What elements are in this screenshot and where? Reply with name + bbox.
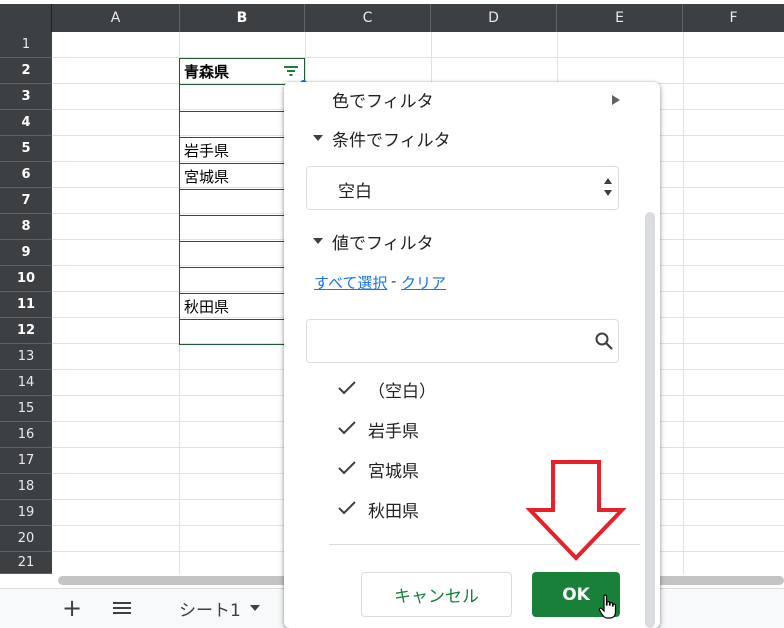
select-all-corner[interactable]	[0, 4, 52, 32]
row-header-10[interactable]: 10	[0, 266, 52, 292]
row-header-1[interactable]: 1	[0, 32, 52, 58]
row-header-15[interactable]: 15	[0, 396, 52, 422]
row-header-19[interactable]: 19	[0, 500, 52, 526]
check-icon[interactable]	[337, 460, 357, 476]
gridline	[683, 32, 684, 574]
value-item-akita[interactable]: 秋田県	[368, 497, 419, 522]
red-arrow-down-annotation	[526, 460, 626, 561]
cancel-button[interactable]: キャンセル	[361, 572, 512, 617]
row-header-2[interactable]: 2	[0, 58, 52, 84]
select-arrows-icon	[604, 178, 612, 196]
sheet-tab-label: シート1	[179, 600, 241, 621]
triangle-down-icon	[313, 135, 323, 141]
value-search-input[interactable]	[306, 319, 619, 363]
menu-icon[interactable]	[110, 596, 134, 620]
row-header-17[interactable]: 17	[0, 448, 52, 474]
row-header-8[interactable]: 8	[0, 214, 52, 240]
row-header-12[interactable]: 12	[0, 318, 52, 344]
gridline	[52, 57, 784, 58]
row-header-21[interactable]: 21	[0, 552, 52, 574]
plus-icon[interactable]: +	[60, 594, 84, 622]
row-header-20[interactable]: 20	[0, 526, 52, 552]
row-header-3[interactable]: 3	[0, 84, 52, 110]
caret-down-icon	[249, 605, 260, 611]
row-header-13[interactable]: 13	[0, 344, 52, 370]
filter-by-condition[interactable]: 条件でフィルタ	[332, 126, 451, 151]
search-icon[interactable]	[594, 331, 614, 351]
row-header-16[interactable]: 16	[0, 422, 52, 448]
column-header-e[interactable]: E	[557, 4, 683, 32]
filter-by-values[interactable]: 値でフィルタ	[332, 229, 434, 254]
sheet-tab[interactable]: シート1	[165, 596, 261, 621]
column-header-d[interactable]: D	[431, 4, 557, 32]
column-header-c[interactable]: C	[305, 4, 431, 32]
row-header-4[interactable]: 4	[0, 110, 52, 136]
row-header-14[interactable]: 14	[0, 370, 52, 396]
column-header-a[interactable]: A	[52, 4, 180, 32]
row-header-11[interactable]: 11	[0, 292, 52, 318]
column-header-b[interactable]: B	[180, 4, 305, 32]
check-icon[interactable]	[337, 500, 357, 516]
dialog-scrollbar[interactable]	[645, 212, 655, 628]
row-header-5[interactable]: 5	[0, 136, 52, 162]
select-all-link[interactable]: すべて選択	[314, 272, 387, 293]
check-icon[interactable]	[337, 380, 357, 396]
triangle-right-icon	[612, 95, 620, 105]
row-header-9[interactable]: 9	[0, 240, 52, 266]
check-icon[interactable]	[337, 420, 357, 436]
condition-select-value: 空白	[338, 182, 372, 202]
value-item-blank[interactable]: （空白）	[368, 377, 436, 402]
filter-by-color[interactable]: 色でフィルタ	[332, 87, 434, 112]
row-header-6[interactable]: 6	[0, 162, 52, 188]
column-header-f[interactable]: F	[683, 4, 784, 32]
link-separator: -	[391, 272, 397, 290]
value-item-miyagi[interactable]: 宮城県	[368, 457, 419, 482]
row-header-7[interactable]: 7	[0, 188, 52, 214]
clear-link[interactable]: クリア	[401, 272, 446, 293]
filter-icon[interactable]	[283, 64, 299, 78]
hand-cursor-icon	[598, 594, 617, 619]
row-header-18[interactable]: 18	[0, 474, 52, 500]
triangle-down-icon	[313, 238, 323, 244]
value-item-iwate[interactable]: 岩手県	[368, 417, 419, 442]
